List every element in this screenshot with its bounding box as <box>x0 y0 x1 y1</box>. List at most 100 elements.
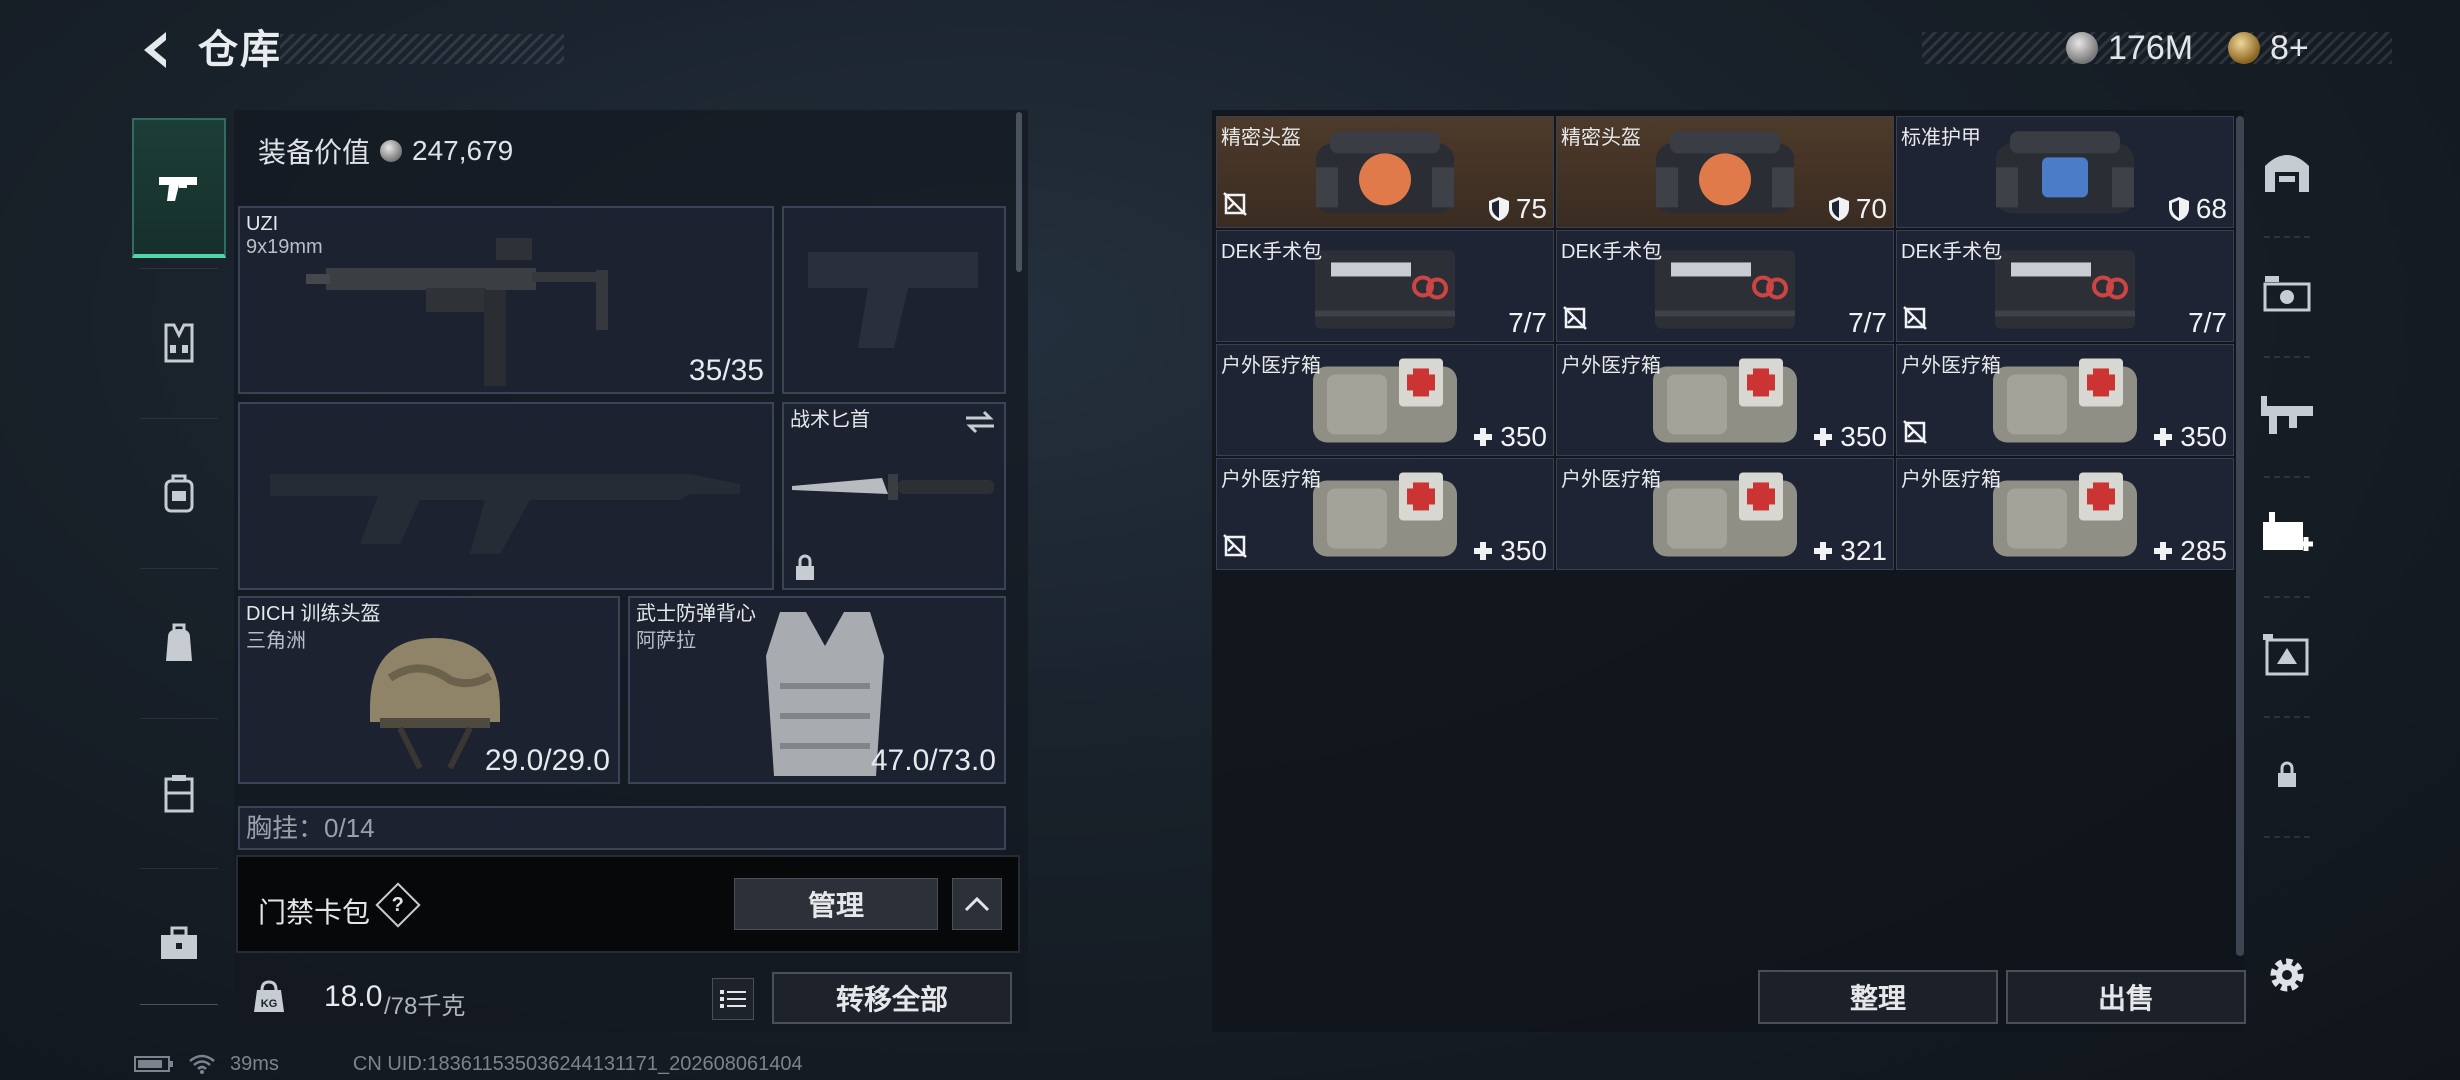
item-name: 户外医疗箱 <box>1901 469 2001 491</box>
storage-item[interactable]: 标准护甲 68 <box>1896 116 2234 228</box>
item-value-text: 285 <box>2180 535 2227 566</box>
card-pack-label: 门禁卡包 <box>258 897 371 928</box>
list-icon <box>720 990 746 1008</box>
item-value: 321 <box>1812 535 1887 567</box>
plus-icon <box>1814 428 1833 446</box>
item-value-text: 350 <box>2180 421 2227 452</box>
storage-category-sidebar <box>2250 112 2324 972</box>
helmet-case-icon <box>1310 127 1460 224</box>
no-insurance-icon <box>1903 306 1927 335</box>
item-name: 户外医疗箱 <box>1901 355 2001 377</box>
storage-tab-misc[interactable] <box>2250 596 2324 714</box>
melee-slot[interactable]: 战术匕首 <box>782 402 1006 590</box>
no-insurance-icon <box>1223 192 1247 221</box>
storage-scrollbar[interactable] <box>2236 116 2244 956</box>
help-icon[interactable]: ? <box>375 882 421 928</box>
uid-text: CN UID:18361153503624413​1171_2026080614… <box>352 1052 803 1075</box>
sidebar-item-weapons[interactable] <box>132 118 226 258</box>
item-value: 70 <box>1828 193 1887 225</box>
pistol-silhouette-icon <box>808 252 978 348</box>
surgery-kit-icon <box>1985 240 2145 339</box>
armor-slot[interactable]: 武士防弹背心 阿萨拉 47.0/73.0 <box>628 596 1006 784</box>
page-title: 仓库 <box>198 28 282 72</box>
primary-weapon-slot[interactable]: UZI 9x19mm 35/35 <box>238 206 774 394</box>
warehouse-icon <box>2265 155 2309 192</box>
storage-item[interactable]: 户外医疗箱 321 <box>1556 458 1894 570</box>
storage-item[interactable]: 精密头盔 75 <box>1216 116 1554 228</box>
medkit-icon <box>1645 468 1805 567</box>
storage-item[interactable]: 户外医疗箱 350 <box>1896 344 2234 456</box>
item-name: DEK手术包 <box>1901 241 2003 263</box>
sidebar-item-bag[interactable] <box>132 568 226 718</box>
sidebar-item-backpack[interactable] <box>132 418 226 568</box>
item-value-text: 70 <box>1855 193 1887 224</box>
item-value-text: 7/7 <box>2188 307 2227 338</box>
item-value: 7/7 <box>2188 307 2227 339</box>
battery-icon <box>134 1056 173 1072</box>
item-name: 精密头盔 <box>1221 127 1301 149</box>
item-value: 75 <box>1488 193 1547 225</box>
chest-rig-icon <box>164 323 194 363</box>
melee-name: 战术匕首 <box>790 409 870 431</box>
item-value-text: 350 <box>1500 535 1547 566</box>
lock-icon <box>2278 761 2296 787</box>
item-value: 350 <box>1812 421 1887 453</box>
item-value-text: 7/7 <box>1508 307 1547 338</box>
loadout-scrollbar[interactable] <box>1016 112 1022 272</box>
silver-currency[interactable]: 176M <box>2066 26 2193 70</box>
plus-icon <box>1474 428 1493 446</box>
sidebar-item-chest-rig[interactable] <box>132 268 226 418</box>
equipment-value-label: 装备价值 <box>258 137 371 168</box>
expand-button[interactable] <box>952 878 1002 930</box>
gun-parts-icon <box>2261 396 2313 434</box>
shield-icon <box>1488 197 1509 221</box>
storage-item[interactable]: 精密头盔 70 <box>1556 116 1894 228</box>
sidebar-item-briefcase[interactable] <box>132 868 226 1018</box>
chevron-up-icon <box>964 896 990 912</box>
briefcase-icon <box>161 926 197 959</box>
medkit-icon <box>1985 468 2145 567</box>
helmet-slot[interactable]: DICH 训练头盔 三角洲 29.0/29.0 <box>238 596 620 784</box>
gold-currency[interactable]: 8+ <box>2228 26 2309 70</box>
silver-currency-amount: 176M <box>2108 28 2194 67</box>
no-insurance-icon <box>1903 420 1927 449</box>
equipment-value-row: 装备价值 247,679 <box>244 120 1014 182</box>
storage-item[interactable]: 户外医疗箱 285 <box>1896 458 2234 570</box>
sell-button[interactable]: 出售 <box>2006 970 2246 1024</box>
medkit-icon <box>1305 468 1465 567</box>
supplies-icon <box>2263 634 2309 676</box>
settings-button[interactable] <box>2262 950 2312 1000</box>
storage-item[interactable]: DEK手术包 7/7 <box>1216 230 1554 342</box>
storage-tab-equipment[interactable] <box>2250 236 2324 354</box>
storage-tab-medical[interactable] <box>2250 476 2324 594</box>
storage-grid: 精密头盔 75 精密头盔 70 标准护甲 68 DEK手术包 7/7 DEK手术包 7/7 DEK手… <box>1216 116 2234 570</box>
storage-item[interactable]: 户外医疗箱 350 <box>1556 344 1894 456</box>
storage-tab-locked[interactable] <box>2250 716 2324 834</box>
back-button[interactable] <box>128 22 188 78</box>
chest-rig-row[interactable]: 胸挂：0/14 <box>238 806 1006 850</box>
storage-item[interactable]: 户外医疗箱 350 <box>1216 458 1554 570</box>
pistol-slot[interactable] <box>782 206 1006 394</box>
storage-tab-all[interactable] <box>2250 112 2324 230</box>
storage-item[interactable]: DEK手术包 7/7 <box>1556 230 1894 342</box>
weapon-name: UZI <box>246 213 279 235</box>
list-view-button[interactable] <box>712 978 754 1020</box>
equipment-icon <box>2263 276 2311 312</box>
sidebar-item-safe-box[interactable] <box>132 718 226 868</box>
storage-item[interactable]: DEK手术包 7/7 <box>1896 230 2234 342</box>
item-name: 标准护甲 <box>1901 127 1981 149</box>
secondary-weapon-slot[interactable] <box>238 402 774 590</box>
item-value-text: 75 <box>1515 193 1547 224</box>
storage-tab-weapons[interactable] <box>2250 356 2324 474</box>
storage-item[interactable]: 户外医疗箱 350 <box>1216 344 1554 456</box>
manage-button[interactable]: 管理 <box>734 878 938 930</box>
sort-button[interactable]: 整理 <box>1758 970 1998 1024</box>
transfer-all-button[interactable]: 转移全部 <box>772 972 1012 1024</box>
shield-icon <box>2168 197 2189 221</box>
item-value: 350 <box>1472 421 1547 453</box>
plus-icon <box>1474 542 1493 560</box>
surgery-kit-icon <box>1645 240 1805 339</box>
weight-max: /78千克 <box>384 993 466 1020</box>
armor-case-icon <box>1990 127 2140 224</box>
swap-icon[interactable] <box>964 410 996 434</box>
